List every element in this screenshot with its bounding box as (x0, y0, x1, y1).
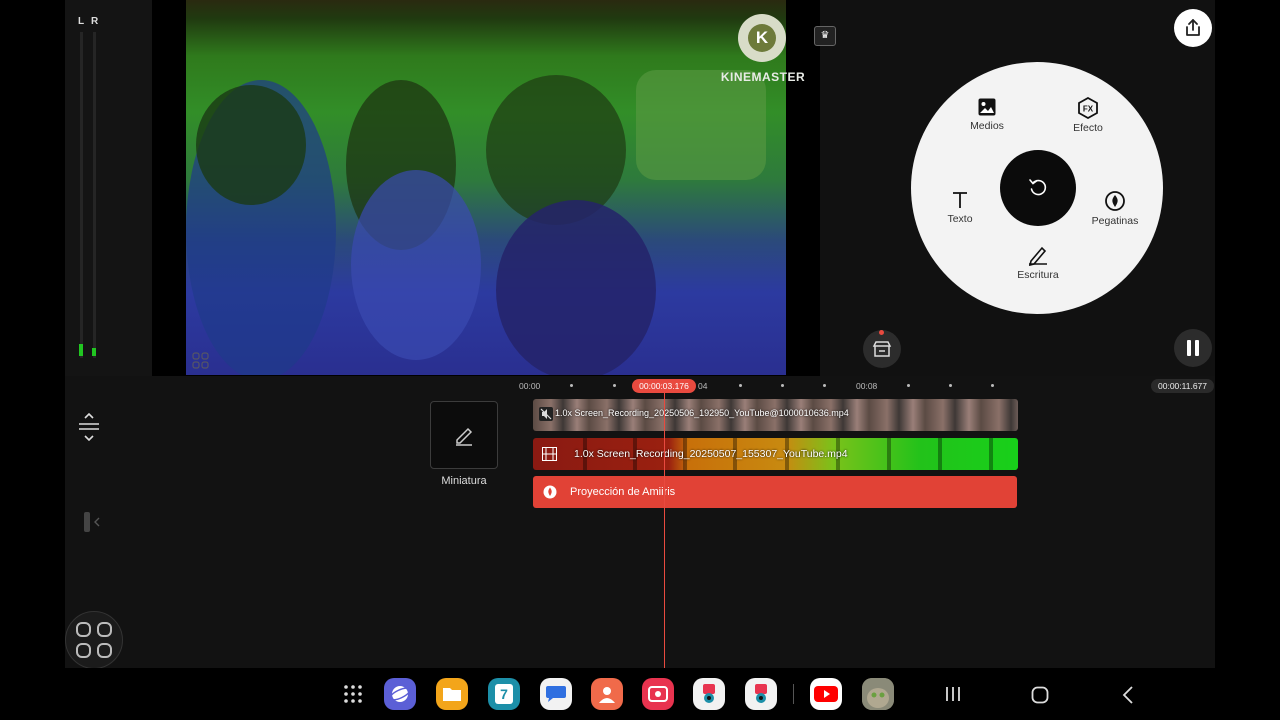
kinemaster-watermark-text: KINEMASTER (720, 70, 806, 84)
ruler-dot (823, 384, 826, 387)
video-frame (186, 0, 786, 375)
ruler-dot (991, 384, 994, 387)
playhead-time[interactable]: 00:00:03.176 (632, 379, 696, 393)
ruler-tick-label: 00:00 (519, 381, 541, 391)
messages-icon[interactable] (540, 678, 572, 710)
image-icon (978, 98, 996, 116)
youtube-icon[interactable] (810, 678, 842, 710)
clip-frame-divider (938, 438, 942, 470)
clip-frame-divider (887, 438, 891, 470)
meter-right-label: R (91, 16, 99, 27)
crown-icon[interactable]: ♛ (814, 26, 836, 46)
meter-track-right (93, 32, 96, 358)
samsung-internet-icon[interactable] (384, 678, 416, 710)
video-layer-clip-label: 1.0x Screen_Recording_20250506_192950_Yo… (555, 408, 849, 418)
effect-label: Efecto (1073, 122, 1103, 134)
ruler-dot (570, 384, 573, 387)
media-button[interactable]: Medios (947, 97, 1027, 132)
grid-icon[interactable] (192, 352, 210, 370)
ruler-tick-label: 00:08 (856, 381, 878, 391)
undo-icon (1029, 179, 1047, 196)
text-label: Texto (947, 213, 973, 225)
my-files-icon[interactable] (436, 678, 468, 710)
media-label: Medios (970, 120, 1004, 132)
sticker-icon (1105, 191, 1125, 211)
pen-icon (1028, 246, 1047, 266)
meter-level-right (92, 348, 96, 356)
store-icon (872, 341, 892, 357)
ruler-dot (781, 384, 784, 387)
recent-apps-icon[interactable] (944, 686, 962, 707)
ruler-dot (739, 384, 742, 387)
clip-frame-divider (989, 438, 993, 470)
pause-button[interactable] (1174, 329, 1212, 367)
back-icon[interactable] (1121, 686, 1135, 709)
camera-app-1-icon[interactable] (693, 678, 725, 710)
handwriting-button[interactable]: Escritura (998, 244, 1078, 281)
asset-store-button[interactable] (863, 330, 901, 368)
audio-clip[interactable]: Proyección de Amiiris (533, 476, 1017, 508)
app-drawer-icon[interactable] (337, 678, 369, 710)
ruler-dot (949, 384, 952, 387)
grid-icon (76, 622, 112, 658)
audio-level-meter (65, 0, 152, 376)
camera-app-2-icon[interactable] (745, 678, 777, 710)
text-button[interactable]: Texto (920, 190, 1000, 225)
main-video-clip-label: 1.0x Screen_Recording_20250507_155307_Yo… (574, 448, 848, 460)
text-icon (953, 192, 967, 208)
collapse-handle-icon[interactable] (84, 511, 102, 538)
stickers-label: Pegatinas (1091, 215, 1139, 227)
pen-icon (456, 427, 473, 446)
contacts-icon[interactable] (591, 678, 623, 710)
menu-button[interactable] (65, 611, 123, 669)
main-video-clip[interactable]: 1.0x Screen_Recording_20250507_155307_Yo… (533, 438, 1018, 470)
fx-icon: FX (1078, 97, 1098, 119)
meter-left-label: L (78, 16, 85, 27)
meter-track-left (80, 32, 83, 358)
calendar-icon[interactable]: 7 (488, 678, 520, 710)
calendar-glyph: 7 (495, 684, 513, 704)
home-icon[interactable] (1031, 686, 1049, 709)
stickers-button[interactable]: Pegatinas (1075, 190, 1155, 227)
pause-icon (1187, 340, 1199, 356)
ruler-dot (907, 384, 910, 387)
undo-button[interactable] (1000, 150, 1076, 226)
share-icon (1186, 19, 1200, 36)
playhead-line[interactable] (664, 393, 665, 668)
talking-tom-icon[interactable] (862, 678, 894, 710)
taskbar-divider (793, 684, 794, 704)
total-duration: 00:00:11.677 (1151, 379, 1214, 393)
android-taskbar (0, 668, 1280, 720)
ruler-dot (613, 384, 616, 387)
notification-dot (879, 330, 884, 335)
meter-level-left (79, 344, 83, 356)
handwriting-label: Escritura (1017, 269, 1059, 281)
thumbnail-button[interactable] (430, 401, 498, 469)
video-layer-clip[interactable]: 1.0x Screen_Recording_20250506_192950_Yo… (533, 399, 1018, 431)
effect-button[interactable]: FX Efecto (1048, 97, 1128, 134)
thumbnail-label: Miniatura (441, 475, 487, 487)
film-icon (542, 447, 557, 461)
ruler-tick-label: 04 (698, 381, 708, 391)
export-button[interactable] (1174, 9, 1212, 47)
mute-icon (539, 407, 553, 421)
audio-clip-label: Proyección de Amiiris (570, 486, 676, 498)
timeline-height-adjust-icon[interactable] (78, 412, 100, 446)
svg-text:FX: FX (1083, 105, 1094, 114)
screen-recorder-icon[interactable] (642, 678, 674, 710)
kinemaster-watermark-logo: K (738, 14, 786, 62)
music-disc-icon (543, 485, 557, 499)
